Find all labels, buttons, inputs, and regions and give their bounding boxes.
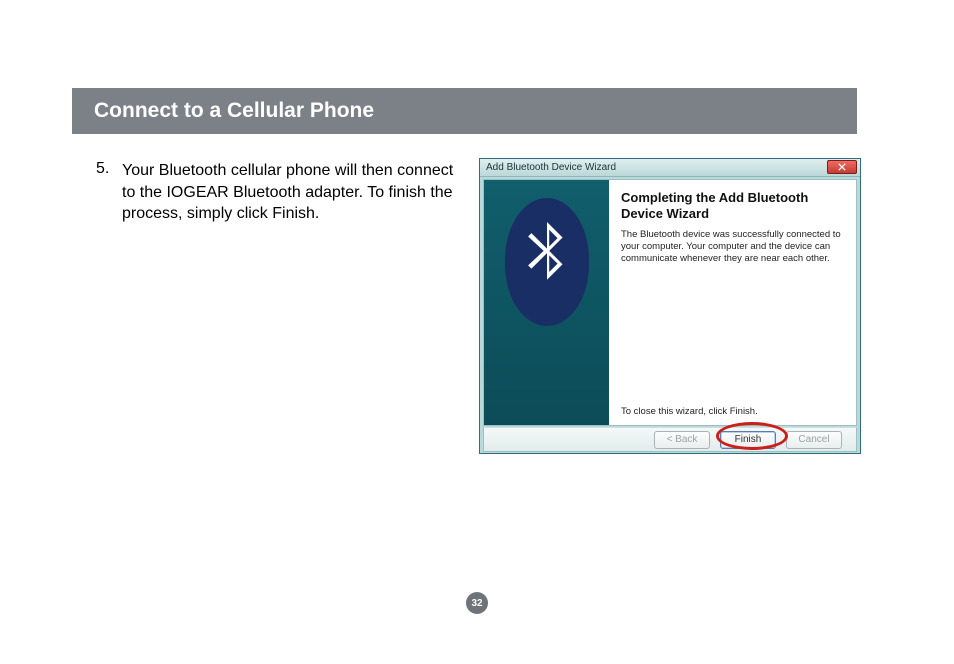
dialog-footnote: To close this wizard, click Finish.: [621, 406, 758, 417]
wizard-dialog-screenshot: Add Bluetooth Device Wizard Completing t…: [479, 158, 861, 454]
step-text: Your Bluetooth cellular phone will then …: [122, 160, 456, 225]
close-icon: [838, 163, 846, 171]
dialog-body: Completing the Add Bluetooth Device Wiza…: [483, 179, 857, 426]
close-button[interactable]: [827, 160, 857, 174]
section-title: Connect to a Cellular Phone: [94, 99, 374, 123]
dialog-content: Completing the Add Bluetooth Device Wiza…: [609, 180, 856, 425]
dialog-body-text: The Bluetooth device was successfully co…: [621, 229, 844, 265]
manual-page: Connect to a Cellular Phone 5. Your Blue…: [0, 0, 954, 664]
cancel-button[interactable]: Cancel: [786, 431, 842, 449]
instruction-step: 5. Your Bluetooth cellular phone will th…: [96, 160, 456, 225]
dialog-heading: Completing the Add Bluetooth Device Wiza…: [621, 190, 844, 221]
finish-button[interactable]: Finish: [720, 431, 776, 449]
back-button[interactable]: < Back: [654, 431, 710, 449]
dialog-sidebar: [484, 180, 609, 425]
page-number-badge: 32: [466, 592, 488, 614]
page-number: 32: [471, 598, 482, 609]
dialog-button-row: < Back Finish Cancel: [483, 427, 857, 452]
section-header-bar: Connect to a Cellular Phone: [72, 88, 857, 134]
dialog-title: Add Bluetooth Device Wizard: [486, 162, 616, 173]
step-number: 5.: [96, 160, 122, 178]
dialog-titlebar: Add Bluetooth Device Wizard: [480, 159, 860, 177]
bluetooth-icon: [505, 198, 589, 326]
